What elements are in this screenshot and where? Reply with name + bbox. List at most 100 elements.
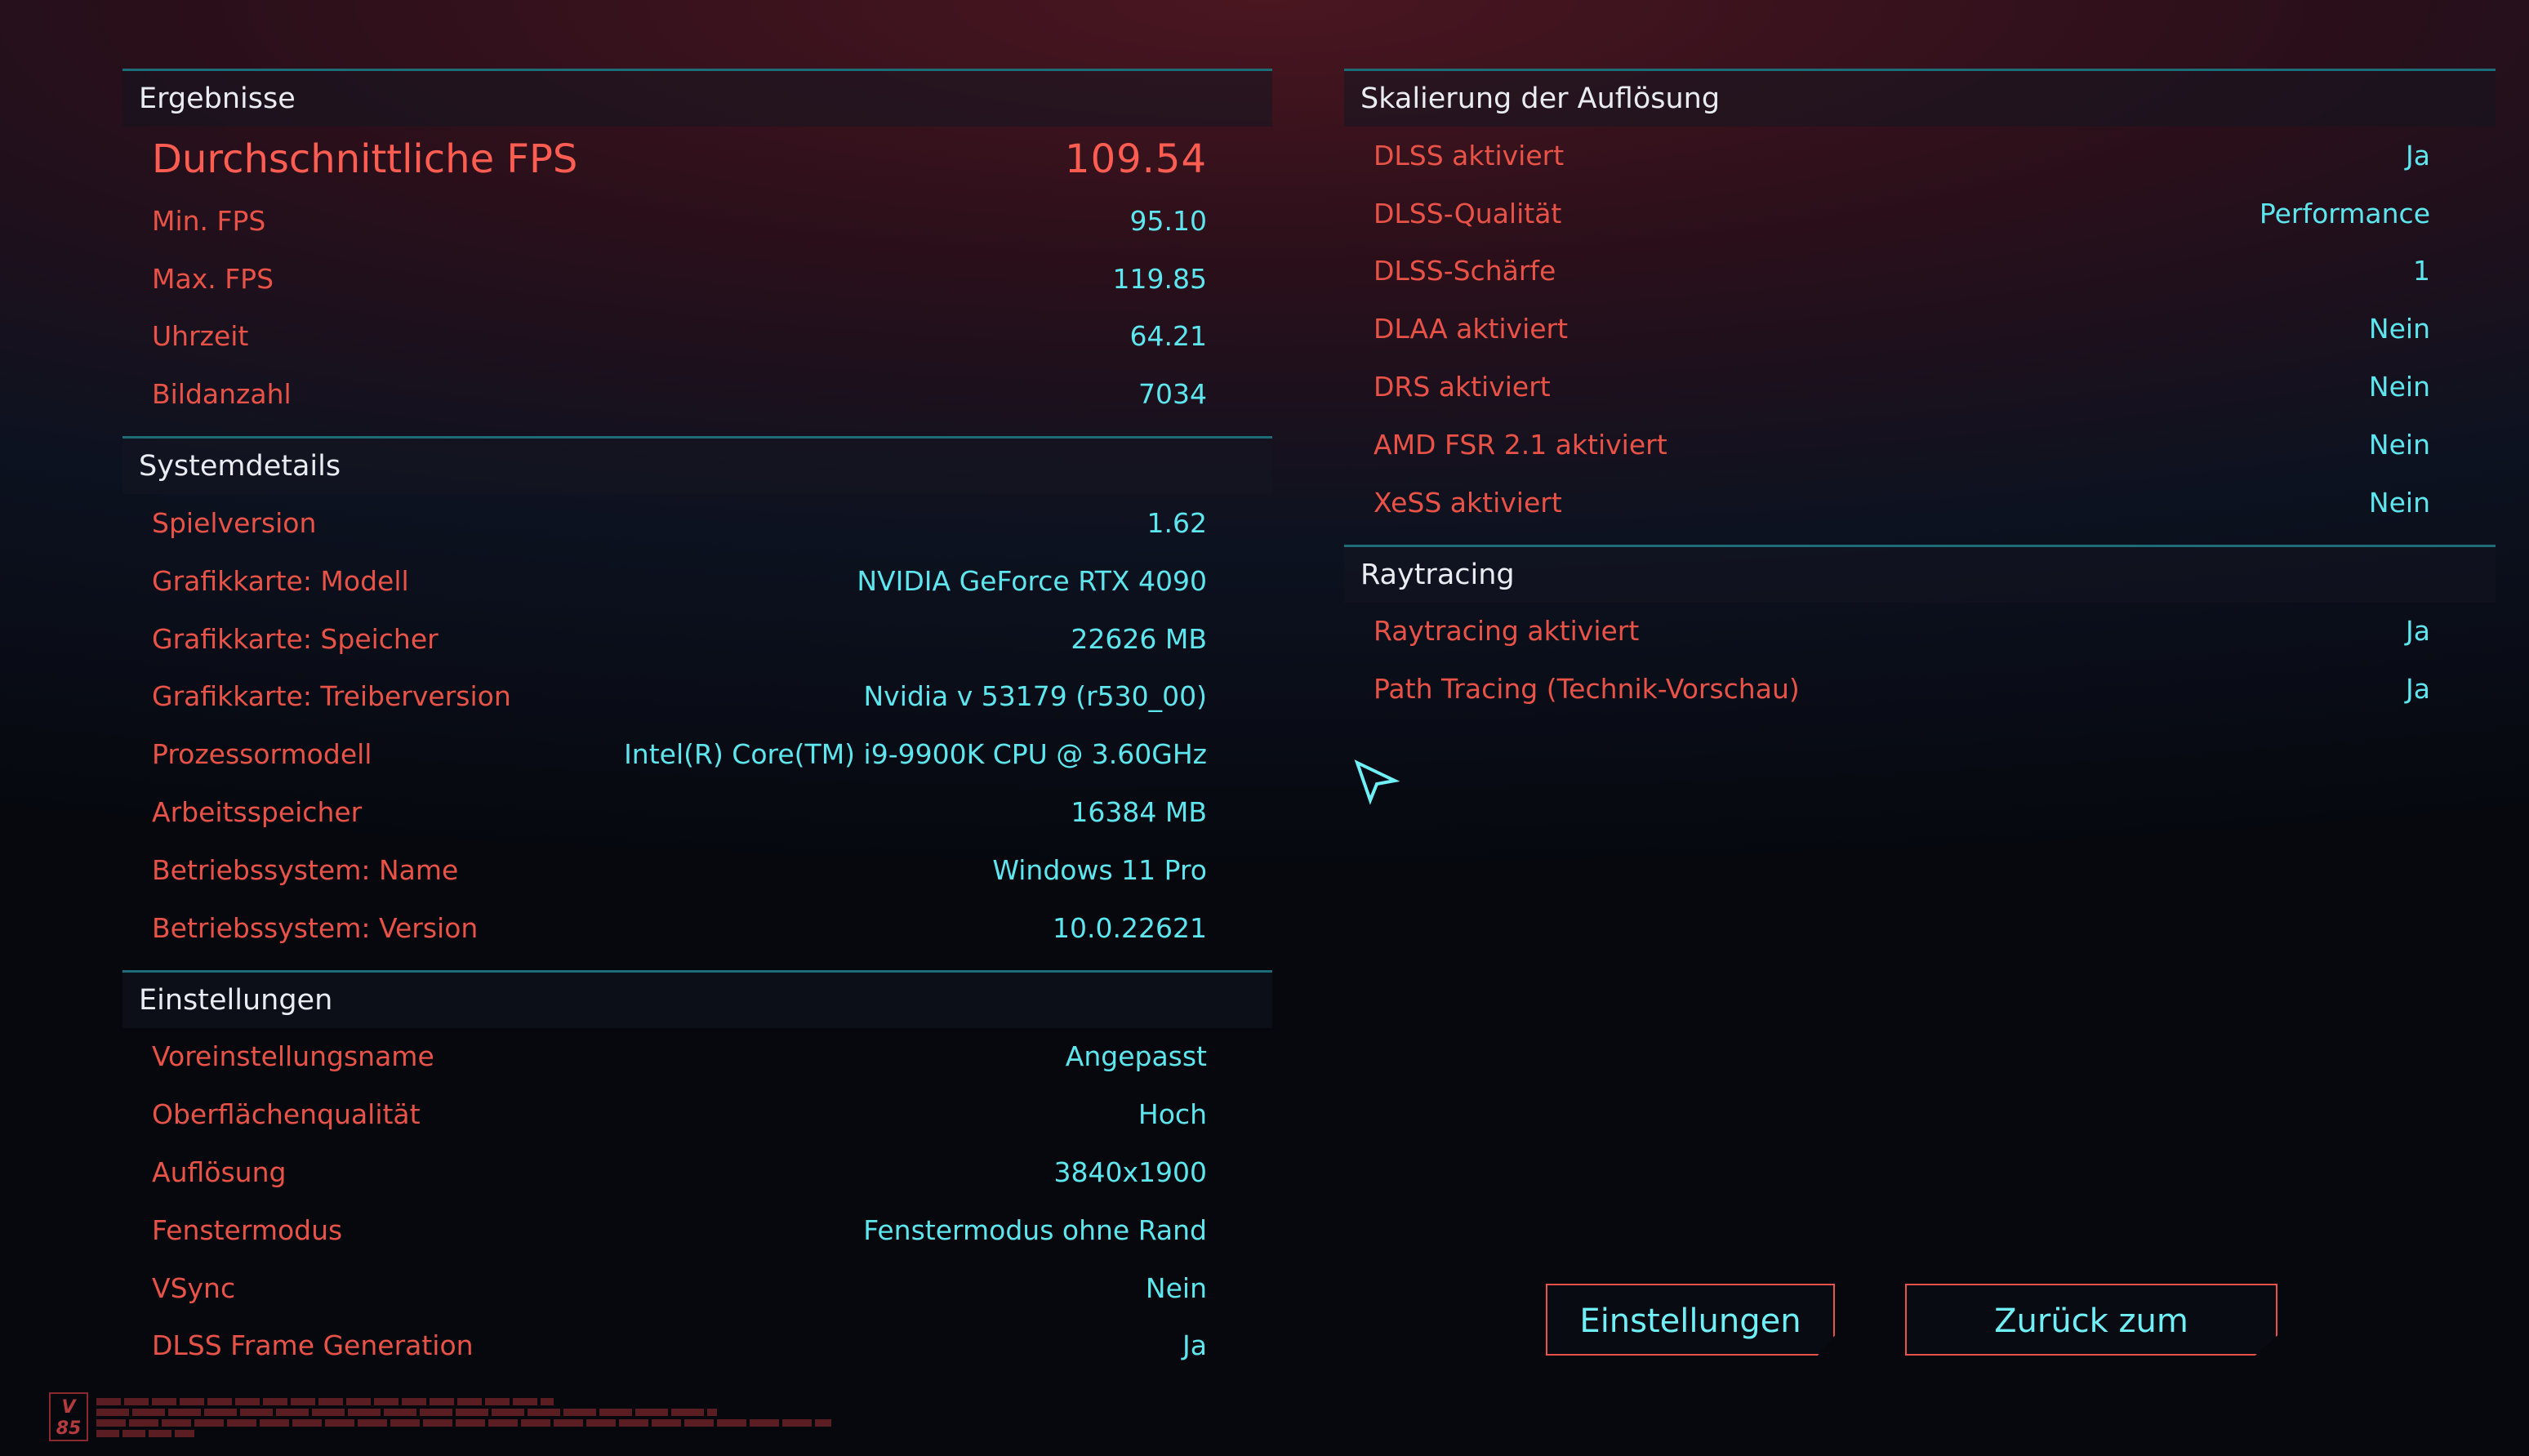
avg-fps-row: Durchschnittliche FPS 109.54 [122, 127, 1272, 192]
table-row: Grafikkarte: Treiberversion Nvidia v 531… [122, 668, 1272, 726]
row-value: 64.21 [1129, 320, 1207, 353]
table-row: Betriebssystem: Version 10.0.22621 [122, 899, 1272, 957]
avg-fps-value: 109.54 [1065, 136, 1207, 182]
row-label: Raytracing aktiviert [1374, 615, 1640, 648]
row-value: Ja [2406, 139, 2430, 171]
row-label: Spielversion [152, 507, 317, 540]
cursor-icon [1354, 759, 1400, 805]
row-label: Grafikkarte: Speicher [152, 622, 439, 655]
badge-line1: V [61, 1397, 76, 1418]
table-row: DRS aktiviert Nein [1344, 358, 2496, 416]
back-to-main-menu-button[interactable]: Zurück zum Hauptmenü [1905, 1284, 2277, 1356]
time-row: Uhrzeit 64.21 [122, 308, 1272, 366]
row-value: 16384 MB [1071, 796, 1207, 829]
scaling-section: Skalierung der Auflösung DLSS aktiviert … [1344, 69, 2496, 532]
row-value: Performance [2259, 197, 2430, 229]
table-row: Path Tracing (Technik-Vorschau) Ja [1344, 660, 2496, 718]
badge-line2: 85 [56, 1418, 82, 1439]
row-value: Ja [1182, 1329, 1207, 1362]
row-value: 7034 [1138, 378, 1207, 411]
table-row: DLSS-Schärfe 1 [1344, 243, 2496, 301]
table-row: XeSS aktiviert Nein [1344, 474, 2496, 532]
row-value: Nvidia v 53179 (r530_00) [863, 680, 1208, 713]
table-row: Raytracing aktiviert Ja [1344, 603, 2496, 661]
row-label: DLSS-Schärfe [1374, 255, 1556, 287]
version-badge: V 85 [49, 1392, 88, 1441]
table-row: DLSS aktiviert Ja [1344, 127, 2496, 185]
table-row: Auflösung 3840x1900 [122, 1143, 1272, 1201]
row-label: Uhrzeit [152, 320, 249, 353]
scaling-header: Skalierung der Auflösung [1344, 69, 2496, 127]
row-value: Ja [2406, 673, 2430, 706]
row-label: DLSS aktiviert [1374, 139, 1565, 171]
row-value: Nein [2368, 313, 2430, 345]
system-section: Systemdetails Spielversion 1.62 Grafikka… [122, 436, 1272, 956]
row-value: Fenstermodus ohne Rand [863, 1213, 1207, 1246]
row-value: Hoch [1138, 1098, 1207, 1131]
results-header: Ergebnisse [122, 69, 1272, 127]
row-value: Nein [1145, 1271, 1207, 1304]
row-value: 22626 MB [1071, 622, 1207, 655]
table-row: Grafikkarte: Speicher 22626 MB [122, 610, 1272, 668]
row-value: NVIDIA GeForce RTX 4090 [857, 564, 1207, 597]
row-label: Arbeitsspeicher [152, 796, 363, 829]
row-value: 3840x1900 [1053, 1156, 1208, 1189]
row-label: Grafikkarte: Treiberversion [152, 680, 511, 713]
row-label: Betriebssystem: Version [152, 911, 479, 944]
max-fps-row: Max. FPS 119.85 [122, 250, 1272, 308]
row-label: Grafikkarte: Modell [152, 564, 409, 597]
row-label: DLAA aktiviert [1374, 313, 1569, 345]
row-value: Nein [2368, 486, 2430, 519]
row-value: Nein [2368, 428, 2430, 461]
row-label: Betriebssystem: Name [152, 853, 459, 886]
legal-fineprint [96, 1398, 831, 1437]
row-label: VSync [152, 1271, 236, 1304]
row-label: AMD FSR 2.1 aktiviert [1374, 428, 1667, 461]
table-row: Prozessormodell Intel(R) Core(TM) i9-990… [122, 725, 1272, 783]
row-label: Auflösung [152, 1156, 287, 1189]
right-panel: Skalierung der Auflösung DLSS aktiviert … [1344, 69, 2496, 718]
row-label: Path Tracing (Technik-Vorschau) [1374, 673, 1800, 706]
row-label: DRS aktiviert [1374, 371, 1551, 403]
row-label: Prozessormodell [152, 738, 372, 771]
table-row: Arbeitsspeicher 16384 MB [122, 783, 1272, 841]
raytracing-header: Raytracing [1344, 544, 2496, 603]
table-row: AMD FSR 2.1 aktiviert Nein [1344, 416, 2496, 474]
row-label: Fenstermodus [152, 1213, 343, 1246]
row-value: 119.85 [1112, 262, 1207, 295]
row-value: Nein [2368, 371, 2430, 403]
row-label: Min. FPS [152, 204, 266, 237]
row-label: XeSS aktiviert [1374, 486, 1562, 519]
settings-section: Einstellungen Voreinstellungsname Angepa… [122, 969, 1272, 1375]
row-value: 1.62 [1147, 507, 1207, 540]
row-value: 1 [2413, 255, 2430, 287]
table-row: Grafikkarte: Modell NVIDIA GeForce RTX 4… [122, 552, 1272, 610]
table-row: VSync Nein [122, 1259, 1272, 1317]
row-value: 95.10 [1129, 204, 1207, 237]
row-value: Windows 11 Pro [992, 853, 1207, 886]
table-row: DLSS-Qualität Performance [1344, 185, 2496, 243]
row-label: Bildanzahl [152, 378, 292, 411]
raytracing-section: Raytracing Raytracing aktiviert Ja Path … [1344, 544, 2496, 719]
table-row: Oberflächenqualität Hoch [122, 1085, 1272, 1143]
table-row: Voreinstellungsname Angepasst [122, 1028, 1272, 1086]
side-decoration [16, 678, 36, 874]
settings-button[interactable]: Einstellungen [1546, 1284, 1835, 1356]
left-panel: Ergebnisse Durchschnittliche FPS 109.54 … [122, 69, 1272, 1374]
row-label: Max. FPS [152, 262, 274, 295]
system-header: Systemdetails [122, 436, 1272, 495]
table-row: DLAA aktiviert Nein [1344, 300, 2496, 358]
row-label: DLSS-Qualität [1374, 197, 1562, 229]
min-fps-row: Min. FPS 95.10 [122, 192, 1272, 250]
table-row: Fenstermodus Fenstermodus ohne Rand [122, 1201, 1272, 1259]
frame-count-row: Bildanzahl 7034 [122, 365, 1272, 423]
row-value: Angepasst [1065, 1040, 1207, 1073]
avg-fps-label: Durchschnittliche FPS [152, 136, 578, 182]
table-row: Betriebssystem: Name Windows 11 Pro [122, 841, 1272, 899]
row-label: DLSS Frame Generation [152, 1329, 474, 1362]
settings-header: Einstellungen [122, 969, 1272, 1028]
row-value: Ja [2406, 615, 2430, 648]
row-value: Intel(R) Core(TM) i9-9900K CPU @ 3.60GHz [624, 738, 1207, 771]
row-label: Oberflächenqualität [152, 1098, 421, 1131]
table-row: Spielversion 1.62 [122, 494, 1272, 552]
